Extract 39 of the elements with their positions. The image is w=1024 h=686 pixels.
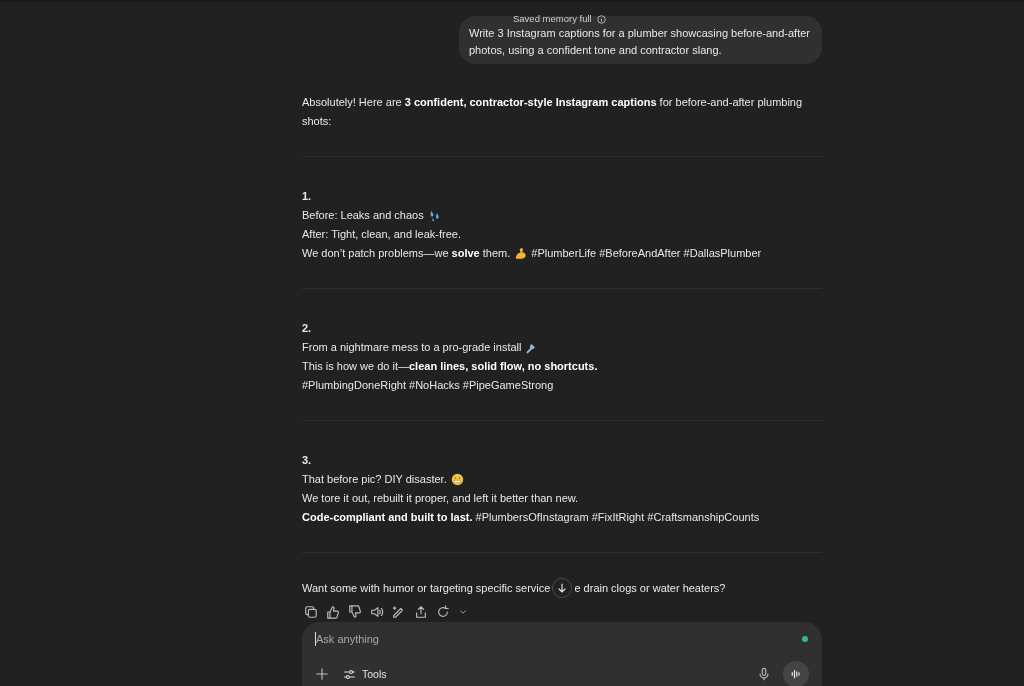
speaker-icon[interactable] — [370, 605, 384, 619]
closing-question: Want some with humor or targeting specific service — [302, 580, 551, 596]
status-dot-icon — [802, 636, 808, 642]
caption-line: Code-compliant and built to last. #PlumbersOfInstagram #FixItRight #CraftsmanshipCounts — [302, 510, 760, 525]
hashtags: #PlumberLife #BeforeAndAfter #DallasPlumber — [531, 246, 762, 261]
info-icon[interactable] — [596, 14, 606, 24]
caption-line: Before: Leaks and chaos — [302, 208, 424, 223]
plus-icon[interactable] — [315, 667, 329, 681]
caption-line: From a nightmare mess to a pro-grade install — [302, 340, 522, 355]
voice-mode-button[interactable] — [783, 661, 809, 686]
waveform-icon — [790, 668, 802, 680]
thumbs-down-icon[interactable] — [348, 605, 362, 619]
arrow-down-icon — [557, 583, 568, 593]
caption-number: 2. — [302, 321, 312, 336]
thumbs-up-icon[interactable] — [326, 605, 340, 619]
caption-line: #PlumbingDoneRight #NoHacks #PipeGameStrong — [302, 378, 554, 393]
message-input[interactable]: Ask anything — [315, 632, 756, 646]
caption-line: After: Tight, clean, and leak-free. — [302, 227, 461, 242]
pen-sparkle-icon[interactable] — [392, 605, 406, 619]
tools-button[interactable]: Tools — [343, 667, 387, 681]
closing-question: e drain clogs or water heaters? — [574, 580, 726, 596]
flexed-arm-icon — [514, 247, 528, 260]
sliders-icon — [343, 667, 356, 681]
grimace-emoji-icon — [450, 473, 464, 486]
copy-icon[interactable] — [304, 605, 318, 619]
caption-line: This is how we do it—clean lines, solid flow, no shortcuts. — [302, 359, 598, 374]
caption-number: 1. — [302, 189, 312, 204]
memory-status: Saved memory full — [513, 13, 592, 25]
caption-line: That before pic? DIY disaster. — [302, 472, 447, 487]
regenerate-icon[interactable] — [436, 605, 450, 619]
share-icon[interactable] — [414, 605, 428, 619]
microphone-icon[interactable] — [757, 667, 771, 681]
chevron-down-icon[interactable] — [458, 607, 468, 617]
caption-number: 3. — [302, 453, 312, 468]
caption-line: We don’t patch problems—we solve them. — [302, 246, 511, 261]
scroll-down-button[interactable] — [552, 578, 573, 598]
caption-line: We tore it out, rebuilt it proper, and left it better than new. — [302, 491, 579, 506]
user-message: Write 3 Instagram captions for a plumber showcasing before-and-after photos, using a confident tone and contractor slang. — [469, 26, 810, 58]
response-intro: Absolutely! Here are 3 confident, contractor-style Instagram captions for before-and-after plumbing shots: — [302, 95, 804, 129]
